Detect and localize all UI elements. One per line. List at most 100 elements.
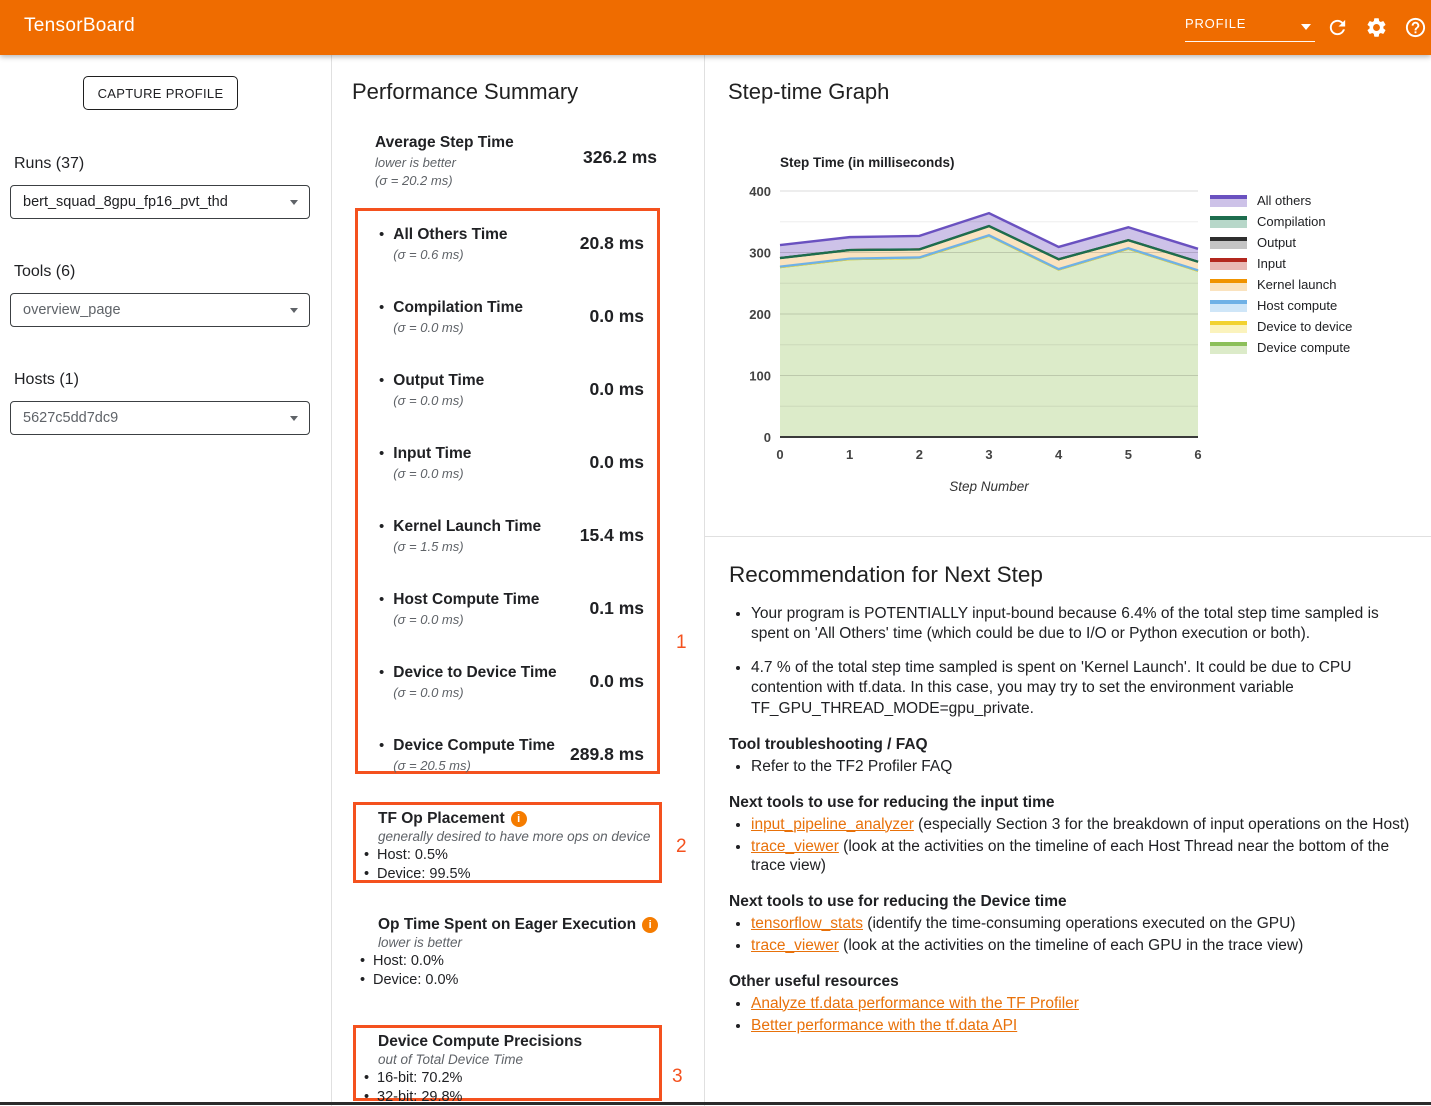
item-text: Refer to the TF2 Profiler FAQ (751, 758, 952, 775)
runs-select[interactable]: bert_squad_8gpu_fp16_pvt_thd (10, 185, 310, 219)
metric-name: Host Compute Time (393, 591, 589, 609)
legend-item: Kernel launch (1210, 274, 1352, 295)
chevron-down-icon (290, 416, 298, 421)
legend-swatch-icon (1210, 195, 1247, 207)
list-item: 16-bit: 70.2% (362, 1069, 651, 1088)
metric-name: Input Time (393, 445, 589, 463)
chart-legend: All othersCompilationOutputInputKernel l… (1210, 190, 1352, 358)
annotation-box-2: TF Op Placementi generally desired to ha… (353, 802, 662, 883)
legend-swatch-icon (1210, 342, 1247, 354)
hosts-select[interactable]: 5627c5dd7dc9 (10, 401, 310, 435)
section-subtitle: out of Total Device Time (378, 1052, 651, 1067)
list-item: trace_viewer (look at the activities on … (751, 936, 1419, 955)
legend-label: Compilation (1257, 214, 1326, 229)
metric-row: Device Compute Time (σ = 20.5 ms) 289.8 m… (374, 737, 644, 773)
metric-value: 326.2 ms (583, 147, 657, 168)
section-heading: Other useful resources (729, 973, 1407, 991)
hosts-label: Hosts (1) (14, 371, 79, 389)
legend-swatch-icon (1210, 258, 1247, 270)
metric-sigma: (σ = 20.2 ms) (375, 173, 657, 188)
metric-sigma: (σ = 20.5 ms) (393, 758, 570, 773)
metric-sigma: (σ = 0.0 ms) (393, 466, 589, 481)
section-subtitle: lower is better (378, 935, 678, 950)
list-item: Device: 0.0% (358, 971, 678, 990)
annotation-box-1: All Others Time(σ = 0.6 ms) 20.8 ms Comp… (355, 208, 660, 774)
tool-link[interactable]: tensorflow_stats (751, 915, 863, 932)
list-item: Analyze tf.data performance with the TF … (751, 994, 1419, 1013)
tools-label: Tools (6) (14, 263, 75, 281)
legend-item: Host compute (1210, 295, 1352, 316)
section-title: TF Op Placement (378, 810, 505, 828)
step-time-graph-title: Step-time Graph (728, 79, 889, 105)
legend-label: All others (1257, 193, 1311, 208)
section-items: Refer to the TF2 Profiler FAQ (729, 757, 1419, 776)
metric-value: 289.8 ms (570, 744, 644, 765)
gear-icon (1365, 16, 1388, 39)
dashboard-selector[interactable]: PROFILE (1185, 12, 1315, 42)
list-item: Your program is POTENTIALLY input-bound … (751, 604, 1411, 645)
svg-text:0: 0 (764, 430, 771, 445)
svg-text:200: 200 (749, 307, 771, 322)
chart-title: Step Time (in milliseconds) (780, 155, 955, 170)
list-item: Better performance with the tf.data API (751, 1016, 1419, 1035)
tools-select[interactable]: overview_page (10, 293, 310, 327)
svg-text:5: 5 (1125, 447, 1132, 462)
svg-text:2: 2 (916, 447, 923, 462)
resource-link[interactable]: Analyze tf.data performance with the TF … (751, 995, 1079, 1012)
svg-text:4: 4 (1055, 447, 1063, 462)
right-panel: Step-time Graph Step Time (in millisecon… (705, 55, 1431, 1106)
section-heading: Next tools to use for reducing the Devic… (729, 893, 1407, 911)
metric-sigma: (σ = 0.6 ms) (393, 247, 580, 262)
item-text: (look at the activities on the timeline … (839, 937, 1303, 954)
item-text: (especially Section 3 for the breakdown … (914, 816, 1409, 833)
info-icon[interactable]: i (511, 811, 527, 827)
legend-item: Input (1210, 253, 1352, 274)
step-time-chart: 01002003004000123456 (738, 170, 1208, 470)
section-heading: Tool troubleshooting / FAQ (729, 736, 1407, 754)
tool-link[interactable]: trace_viewer (751, 838, 839, 855)
settings-button[interactable] (1365, 16, 1388, 39)
help-icon (1404, 16, 1427, 39)
performance-summary-panel: Performance Summary Average Step Time lo… (332, 55, 705, 1106)
tool-link[interactable]: trace_viewer (751, 937, 839, 954)
capture-profile-button[interactable]: CAPTURE PROFILE (83, 76, 238, 110)
tools-select-value: overview_page (23, 302, 121, 318)
resource-link[interactable]: Better performance with the tf.data API (751, 1017, 1017, 1034)
tool-link[interactable]: input_pipeline_analyzer (751, 816, 914, 833)
svg-text:0: 0 (776, 447, 783, 462)
hosts-select-value: 5627c5dd7dc9 (23, 410, 118, 426)
chevron-down-icon (1301, 24, 1311, 30)
runs-select-value: bert_squad_8gpu_fp16_pvt_thd (23, 194, 228, 210)
section-items: input_pipeline_analyzer (especially Sect… (729, 815, 1419, 876)
metric-sigma: (σ = 0.0 ms) (393, 320, 589, 335)
legend-swatch-icon (1210, 216, 1247, 228)
metric-value: 0.0 ms (590, 306, 644, 327)
recommendation-title: Recommendation for Next Step (729, 562, 1407, 588)
metric-value: 0.0 ms (590, 671, 644, 692)
metric-sigma: (σ = 0.0 ms) (393, 612, 589, 627)
metric-name: Kernel Launch Time (393, 518, 580, 536)
app-title: TensorBoard (24, 15, 135, 37)
average-step-time-row: Average Step Time lower is better (σ = 2… (375, 134, 657, 188)
metric-name: All Others Time (393, 226, 580, 244)
legend-item: Device compute (1210, 337, 1352, 358)
refresh-button[interactable] (1326, 16, 1349, 39)
list-item: input_pipeline_analyzer (especially Sect… (751, 815, 1419, 834)
metric-value: 0.0 ms (590, 379, 644, 400)
recommendation-section: Recommendation for Next Step Your progra… (705, 537, 1431, 1038)
legend-swatch-icon (1210, 300, 1247, 312)
svg-text:6: 6 (1194, 447, 1201, 462)
section-items: Analyze tf.data performance with the TF … (729, 994, 1419, 1036)
list-item: Host: 0.5% (362, 846, 651, 865)
help-button[interactable] (1404, 16, 1427, 39)
metric-row: Host Compute Time(σ = 0.0 ms) 0.1 ms (374, 591, 644, 627)
info-icon[interactable]: i (642, 917, 658, 933)
tensorboard-profile-page: TensorBoard PROFILE CAPTURE PROFILE Runs… (0, 0, 1431, 1106)
list-item: 4.7 % of the total step time sampled is … (751, 658, 1411, 719)
metric-name: Device Compute Time (393, 737, 570, 755)
annotation-number-3: 3 (672, 1066, 683, 1088)
svg-text:400: 400 (749, 184, 771, 199)
step-time-graph-card: Step-time Graph Step Time (in millisecon… (705, 55, 1431, 537)
item-text: (identify the time-consuming operations … (863, 915, 1296, 932)
metric-row: Compilation Time(σ = 0.0 ms) 0.0 ms (374, 299, 644, 335)
